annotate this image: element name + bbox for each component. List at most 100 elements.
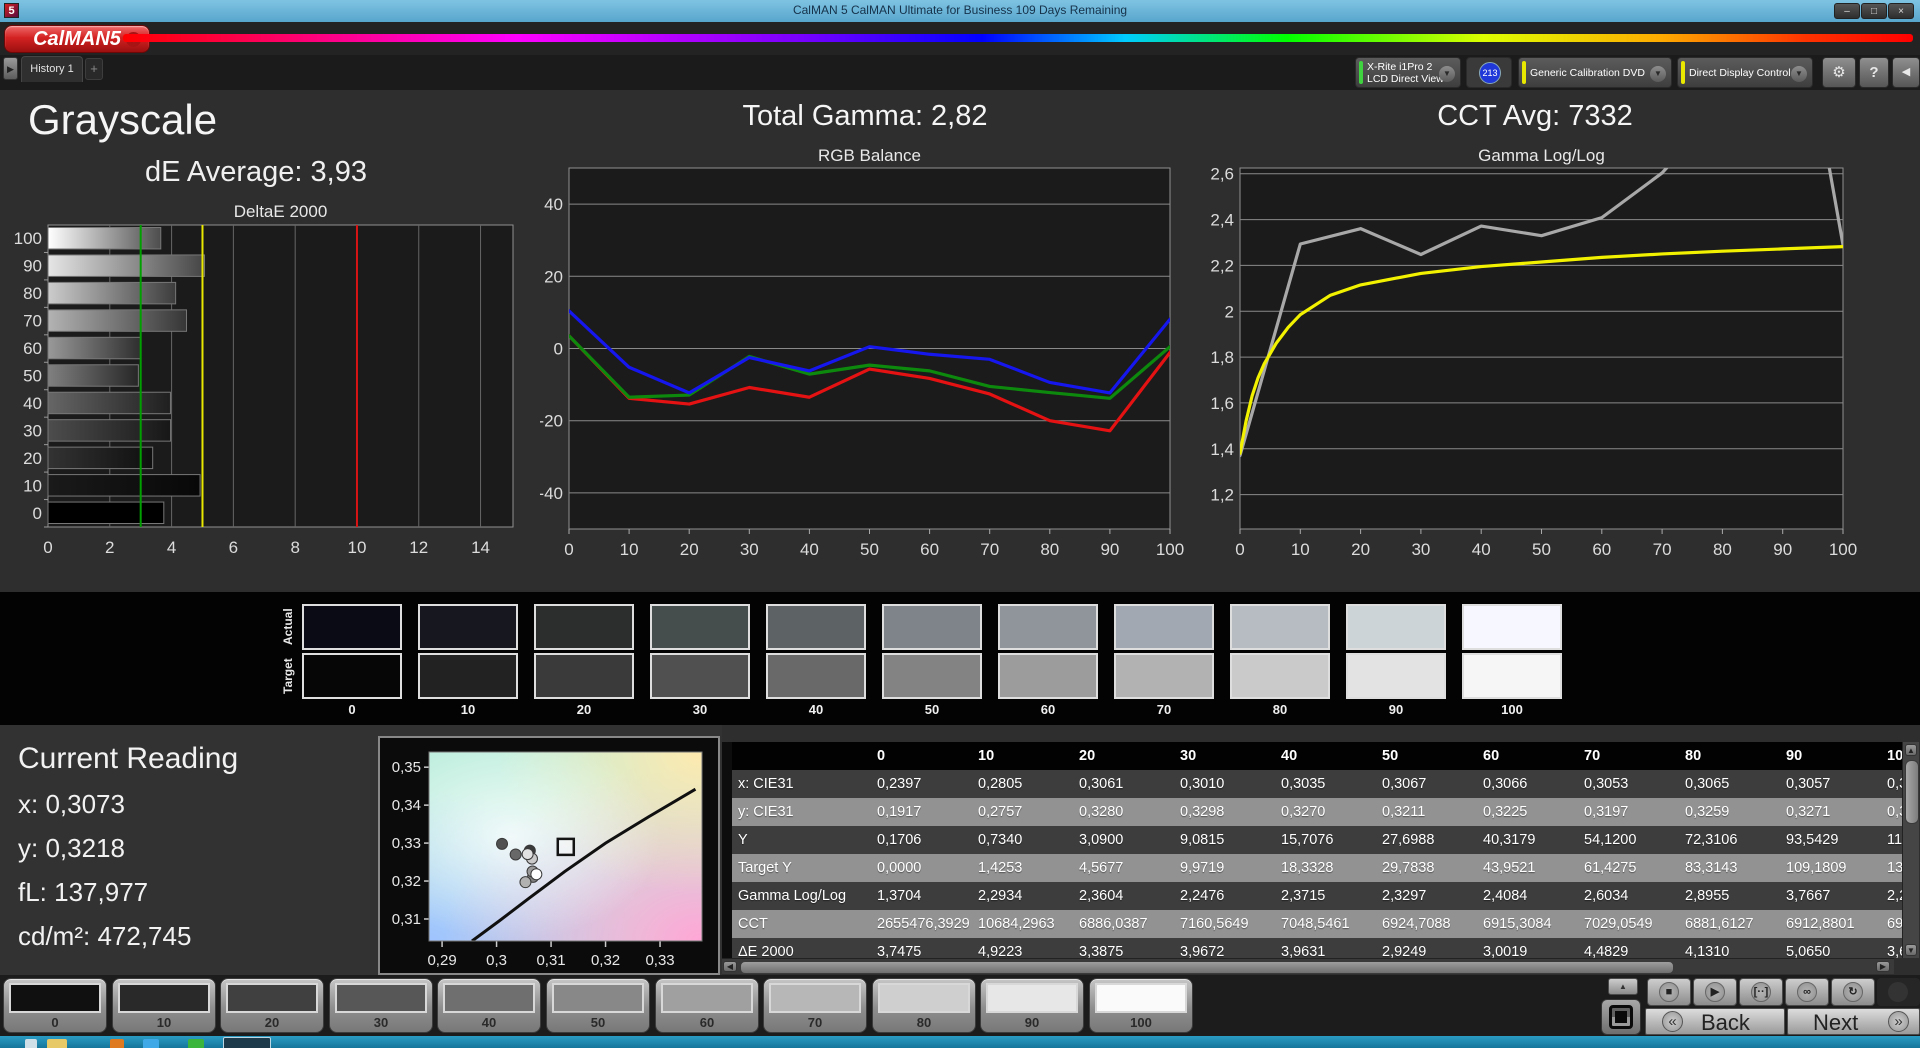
svg-text:70: 70: [980, 540, 999, 559]
tray-arrow-icon[interactable]: [25, 1039, 37, 1048]
table-cell: 0,7340: [978, 832, 1023, 848]
patch-button-100[interactable]: 100: [1089, 978, 1193, 1033]
patch-button-0[interactable]: 0: [3, 978, 107, 1033]
chevron-down-icon[interactable]: ▼: [1791, 66, 1807, 82]
svg-text:10: 10: [620, 540, 639, 559]
horizontal-scroll-thumb[interactable]: [740, 961, 1674, 974]
continuous-measure-icon: ∞: [1797, 982, 1817, 1002]
transport-continuous-measure-button[interactable]: ∞: [1785, 978, 1829, 1006]
table-cell: 2,8955: [1685, 888, 1730, 904]
gamma-loglog-chart: 2,6 2,4 2,2 2 1,8 1,6 1,4 1,2 0 10 20 30 40 50 60 70 80 9…: [1210, 165, 1857, 559]
maximize-button[interactable]: □: [1861, 3, 1887, 19]
table-cell: 0,3270: [1281, 804, 1326, 820]
svg-text:0,33: 0,33: [645, 952, 674, 969]
collapse-panel-button[interactable]: ◀: [1892, 57, 1920, 88]
windows-taskbar: [0, 1036, 1920, 1048]
scroll-up-icon[interactable]: ▲: [1905, 744, 1917, 756]
target-swatch: [302, 653, 402, 699]
chevron-down-icon[interactable]: ▼: [1439, 66, 1455, 82]
display-control-dropdown[interactable]: Direct Display Control ▼: [1677, 57, 1813, 88]
app-green-icon[interactable]: [188, 1039, 204, 1048]
table-cell: 0,3010: [1180, 776, 1225, 792]
tab-scroll-button[interactable]: ▶: [3, 57, 18, 80]
display-control-label: Direct Display Control: [1689, 67, 1791, 79]
table-cell: 7029,0549: [1584, 916, 1653, 932]
deltae-2000-chart: 0 2 4 6 8 10 12 141009080706050403020100: [14, 224, 514, 557]
table-cell: 6881,6127: [1685, 916, 1754, 932]
patch-button-50[interactable]: 50: [546, 978, 650, 1033]
app-blue-icon[interactable]: [143, 1039, 159, 1048]
minimize-button[interactable]: –: [1834, 3, 1860, 19]
table-row: Y 0,1706 0,7340 3,0900 9,0815 15,7076 27,6988 4…: [732, 826, 1902, 854]
table-cell: 137,9770: [1887, 860, 1902, 876]
target-swatch: [882, 653, 982, 699]
svg-text:4: 4: [167, 538, 176, 557]
transport-refresh-button[interactable]: ↻: [1831, 978, 1875, 1006]
table-cell: 4,4829: [1584, 944, 1629, 958]
svg-text:2: 2: [105, 538, 114, 557]
next-button[interactable]: Next »: [1787, 1008, 1920, 1035]
current-patch-button[interactable]: [1601, 999, 1641, 1035]
patch-square-icon: [1609, 1005, 1633, 1029]
help-button[interactable]: ?: [1859, 57, 1889, 88]
table-cell: 0,3211: [1382, 804, 1426, 820]
patch-button-70[interactable]: 70: [763, 978, 867, 1033]
swatch-level-label: 10: [460, 702, 476, 717]
rgb-balance-chart: 40 20 0 -20 -40 0 10 20 30 40 50 60 70 80 90 100: [540, 167, 1184, 559]
back-button[interactable]: « Back: [1645, 1008, 1785, 1035]
table-row: y: CIE31 0,1917 0,2757 0,3280 0,3298 0,3270 0,…: [732, 798, 1902, 826]
svg-text:80: 80: [1040, 540, 1059, 559]
patch-button-80[interactable]: 80: [872, 978, 976, 1033]
scroll-down-icon[interactable]: ▼: [1905, 944, 1917, 956]
table-vertical-scrollbar[interactable]: ▲ ▼: [1902, 742, 1919, 958]
patch-button-10[interactable]: 10: [112, 978, 216, 1033]
patch-button-90[interactable]: 90: [980, 978, 1084, 1033]
swatch-level-label: 50: [924, 702, 940, 717]
calman-window-button[interactable]: [223, 1037, 271, 1048]
chevron-down-icon[interactable]: ▼: [1650, 66, 1666, 82]
svg-text:90: 90: [1100, 540, 1119, 559]
svg-text:6: 6: [229, 538, 238, 557]
tab-history-1[interactable]: History 1: [21, 56, 83, 82]
stop-icon: ■: [1659, 982, 1679, 1002]
svg-text:0,29: 0,29: [427, 952, 456, 969]
target-swatch: [998, 653, 1098, 699]
table-horizontal-scrollbar[interactable]: ◀ ▶: [722, 958, 1894, 974]
scroll-left-icon[interactable]: ◀: [723, 961, 737, 972]
source-dropdown[interactable]: Generic Calibration DVD ▼: [1518, 57, 1672, 88]
app-orange-icon[interactable]: [110, 1039, 124, 1048]
transport-stop-button[interactable]: ■: [1647, 978, 1691, 1006]
target-swatch: [418, 653, 518, 699]
svg-text:0: 0: [33, 504, 42, 523]
patch-button-30[interactable]: 30: [329, 978, 433, 1033]
table-row-label: Y: [738, 832, 748, 848]
svg-text:100: 100: [1156, 540, 1184, 559]
swatch-level-label: 100: [1501, 702, 1523, 717]
transport-play-button[interactable]: ▶: [1693, 978, 1737, 1006]
vertical-scroll-thumb[interactable]: [1905, 760, 1919, 824]
reading-cdm2-value: cd/m²: 472,745: [18, 921, 192, 951]
rainbow-divider: [123, 34, 1913, 42]
patch-button-20[interactable]: 20: [220, 978, 324, 1033]
transport-single-measure-button[interactable]: [··]: [1739, 978, 1783, 1006]
svg-text:0,31: 0,31: [536, 952, 565, 969]
table-cell: 2,4084: [1483, 888, 1528, 904]
collapse-up-button[interactable]: ▲: [1608, 978, 1638, 995]
close-button[interactable]: ×: [1888, 3, 1914, 19]
patch-label: 0: [51, 1015, 59, 1030]
target-swatch: [534, 653, 634, 699]
svg-text:50: 50: [23, 367, 42, 386]
patch-button-60[interactable]: 60: [655, 978, 759, 1033]
table-column-header: 80: [1685, 748, 1702, 764]
table-column-header: 0: [877, 748, 886, 764]
settings-gear-icon[interactable]: ⚙: [1822, 57, 1856, 88]
add-tab-button[interactable]: +: [85, 58, 103, 80]
next-label: Next: [1813, 1010, 1859, 1035]
table-cell: 1,3704: [877, 888, 922, 904]
patch-button-40[interactable]: 40: [437, 978, 541, 1033]
folder-icon[interactable]: [47, 1039, 67, 1048]
actual-swatch: [1462, 604, 1562, 650]
scroll-right-icon[interactable]: ▶: [1876, 961, 1890, 972]
table-column-header: 20: [1079, 748, 1096, 764]
meter-dropdown[interactable]: X-Rite i1Pro 2 LCD Direct View ▼: [1355, 57, 1461, 88]
